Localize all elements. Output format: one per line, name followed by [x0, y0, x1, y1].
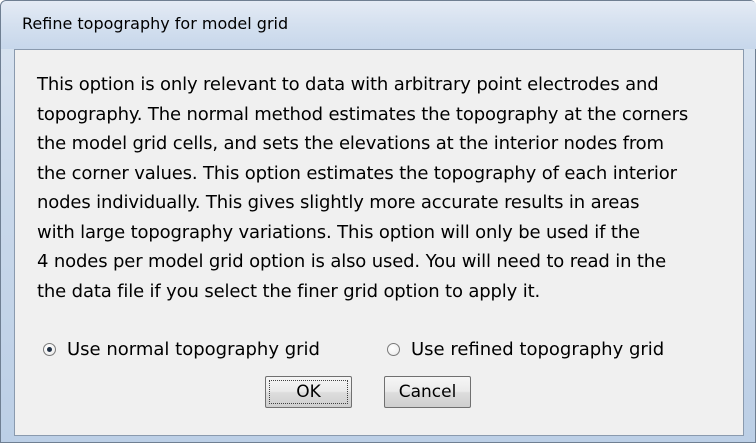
description-line: with large topography variations. This o…	[37, 221, 640, 243]
title-bar[interactable]: Refine topography for model grid	[1, 1, 756, 49]
dialog-content: This option is only relevant to data wit…	[14, 49, 744, 436]
ok-button[interactable]: OK	[265, 376, 352, 408]
dialog-window: Refine topography for model grid This op…	[0, 0, 756, 443]
refined-topography-option[interactable]: Use refined topography grid	[387, 337, 664, 361]
radio-button-icon[interactable]	[43, 342, 56, 356]
description-line: topography. The normal method estimates …	[37, 103, 689, 125]
description-line: This option is only relevant to data wit…	[37, 74, 659, 95]
description-text: This option is only relevant to data wit…	[37, 70, 737, 306]
normal-topography-label[interactable]: Use normal topography grid	[67, 339, 320, 360]
refined-topography-label[interactable]: Use refined topography grid	[411, 339, 664, 360]
description-line: nodes individually. This gives slightly …	[37, 192, 640, 213]
description-line: the data file if you select the finer gr…	[37, 280, 541, 302]
description-line: the corner values. This option estimates…	[37, 162, 677, 184]
description-line: the model grid cells, and sets the eleva…	[37, 133, 664, 154]
ok-button-label: OK	[296, 382, 321, 402]
description-line: 4 nodes per model grid option is also us…	[37, 251, 666, 272]
radio-button-icon[interactable]	[387, 342, 400, 356]
cancel-button-label: Cancel	[398, 382, 457, 402]
cancel-button[interactable]: Cancel	[384, 376, 471, 408]
normal-topography-option[interactable]: Use normal topography grid	[43, 337, 320, 361]
dialog-title: Refine topography for model grid	[22, 14, 289, 33]
